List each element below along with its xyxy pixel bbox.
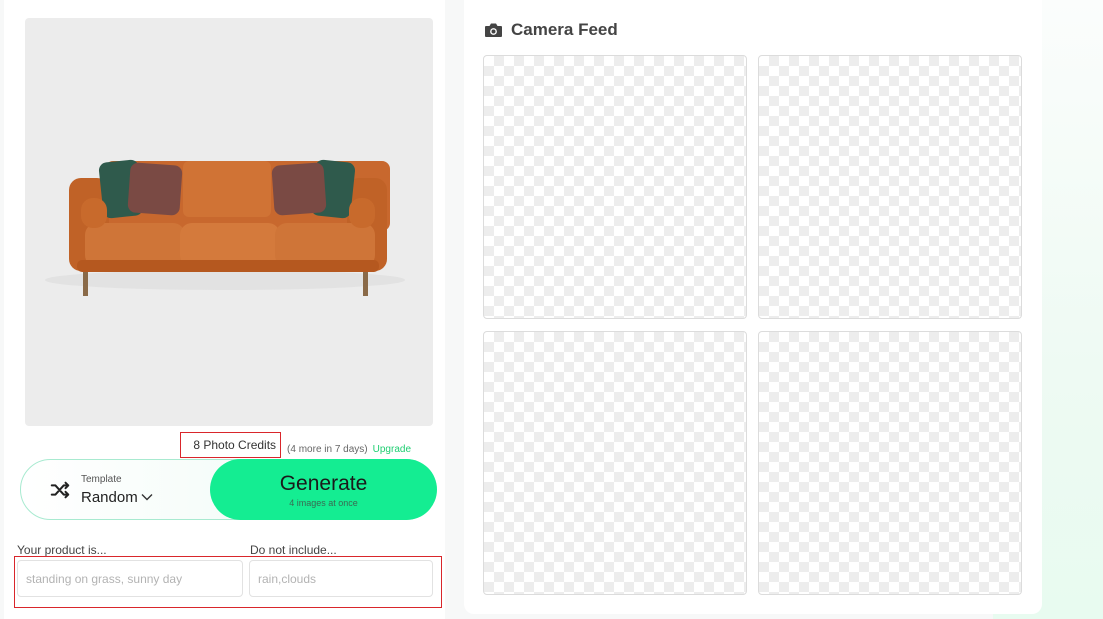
sofa-illustration [45, 159, 405, 296]
camera-feed-panel: Camera Feed [464, 0, 1042, 614]
template-select[interactable]: Template Random [49, 460, 209, 519]
feed-tile-4[interactable] [758, 331, 1022, 595]
exclude-label: Do not include... [250, 543, 337, 557]
camera-feed-title: Camera Feed [511, 20, 618, 39]
generate-title: Generate [279, 471, 368, 495]
template-value: Random [81, 489, 153, 506]
feed-tile-3[interactable] [483, 331, 747, 595]
chevron-down-icon [141, 494, 153, 501]
generate-button[interactable]: Generate 4 images at once [210, 459, 437, 520]
camera-feed-header: Camera Feed [484, 20, 618, 40]
credits-row: 8 Photo Credits (4 more in 7 days) Upgra… [4, 432, 445, 460]
generate-bar: Template Random Generate 4 images at onc… [20, 459, 437, 520]
camera-icon [485, 23, 502, 37]
photo-credits-count: 8 Photo Credits [180, 432, 282, 458]
shuffle-icon [50, 481, 70, 498]
template-value-text: Random [81, 488, 138, 506]
credits-refill-note: (4 more in 7 days) [287, 443, 368, 455]
product-description-label: Your product is... [17, 543, 107, 557]
feed-tile-1[interactable] [483, 55, 747, 319]
template-label: Template [81, 473, 122, 485]
product-image [25, 18, 433, 426]
feed-tile-2[interactable] [758, 55, 1022, 319]
product-panel: 8 Photo Credits (4 more in 7 days) Upgra… [4, 0, 445, 619]
exclude-input[interactable] [249, 560, 433, 597]
upgrade-link[interactable]: Upgrade [373, 444, 411, 455]
generate-subtitle: 4 images at once [289, 497, 358, 508]
product-description-input[interactable] [17, 560, 243, 597]
